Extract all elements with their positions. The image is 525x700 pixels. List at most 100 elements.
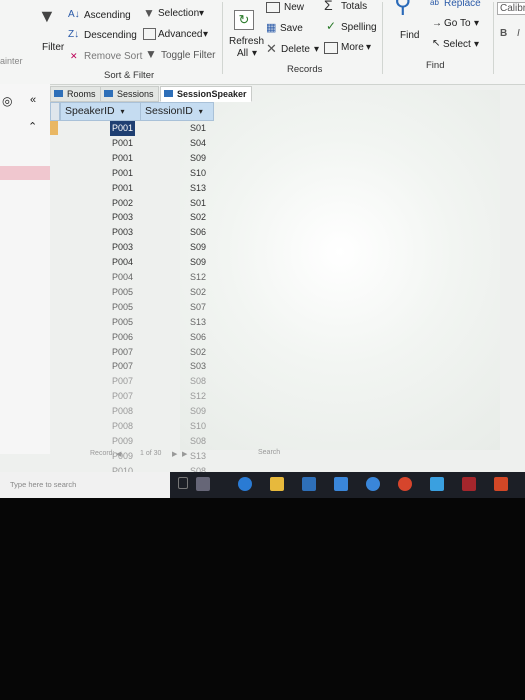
sessionid-cell[interactable]: S09: [190, 255, 206, 270]
speakerid-cell[interactable]: P007: [112, 374, 133, 389]
record-selector[interactable]: [50, 136, 58, 150]
sessionid-cell[interactable]: S02: [190, 345, 206, 360]
record-selector[interactable]: [50, 151, 58, 165]
cortana-icon[interactable]: [178, 477, 188, 489]
column-header-speakerid[interactable]: SpeakerID ▾: [60, 102, 142, 121]
refresh-all-button[interactable]: Refresh: [229, 36, 264, 47]
record-selector[interactable]: [50, 255, 58, 269]
record-selector[interactable]: [50, 330, 58, 344]
selection-button[interactable]: Selection: [158, 8, 199, 19]
sessionid-cell[interactable]: S03: [190, 359, 206, 374]
record-selector[interactable]: [50, 389, 58, 403]
shutter-bar-up-icon[interactable]: ⌃: [28, 120, 37, 133]
record-selector[interactable]: [50, 449, 58, 463]
record-selector[interactable]: [50, 166, 58, 180]
record-selector[interactable]: [50, 270, 58, 284]
sessionid-cell[interactable]: S10: [190, 419, 206, 434]
first-record-button[interactable]: ◀: [116, 450, 121, 458]
speakerid-cell[interactable]: P004: [112, 270, 133, 285]
record-selector[interactable]: [50, 315, 58, 329]
record-selector[interactable]: [50, 419, 58, 433]
sessionid-cell[interactable]: S12: [190, 389, 206, 404]
sessionid-cell[interactable]: S01: [190, 196, 206, 211]
table-row[interactable]: P002 S01: [50, 196, 230, 211]
record-selector[interactable]: [50, 196, 58, 210]
table-row[interactable]: P001 S04: [50, 136, 230, 151]
table-row[interactable]: P001 S10: [50, 166, 230, 181]
find-button[interactable]: Find: [400, 30, 419, 41]
speakerid-cell[interactable]: P001: [112, 136, 133, 151]
tab-rooms[interactable]: Rooms: [50, 86, 101, 102]
filter-icon[interactable]: ▼: [38, 7, 56, 25]
refresh-all-label[interactable]: All: [237, 48, 248, 59]
delete-dropdown-icon[interactable]: ▾: [314, 44, 319, 55]
table-row[interactable]: P004 S09: [50, 255, 230, 270]
tab-sessions[interactable]: Sessions: [100, 86, 159, 102]
spelling-button[interactable]: Spelling: [341, 22, 377, 33]
replace-button[interactable]: Replace: [444, 0, 481, 9]
speakerid-cell[interactable]: P001: [112, 181, 133, 196]
column-header-sessionid[interactable]: SessionID ▾: [140, 102, 214, 121]
new-record-nav-button[interactable]: ▶: [182, 450, 187, 458]
more-dropdown-icon[interactable]: ▾: [366, 42, 371, 53]
table-row[interactable]: P007 S12: [50, 389, 230, 404]
app-icon[interactable]: [430, 477, 444, 491]
sessionid-cell[interactable]: S10: [190, 166, 206, 181]
speakerid-cell[interactable]: P008: [112, 419, 133, 434]
tab-sessionspeaker[interactable]: SessionSpeaker: [160, 86, 252, 102]
record-selector[interactable]: [50, 404, 58, 418]
next-record-button[interactable]: ▶: [172, 450, 177, 458]
sessionid-cell[interactable]: S09: [190, 404, 206, 419]
record-selector[interactable]: [50, 300, 58, 314]
speakerid-cell[interactable]: P001: [110, 121, 136, 136]
table-row[interactable]: P007 S08: [50, 374, 230, 389]
sessionid-cell[interactable]: S08: [190, 374, 206, 389]
speakerid-cell[interactable]: P005: [112, 300, 133, 315]
record-selector[interactable]: [50, 121, 58, 135]
store-icon[interactable]: [302, 477, 316, 491]
sessionid-cell[interactable]: S08: [190, 434, 206, 449]
speakerid-cell[interactable]: P007: [112, 389, 133, 404]
speakerid-cell[interactable]: P001: [112, 166, 133, 181]
speakerid-cell[interactable]: P003: [112, 225, 133, 240]
italic-button[interactable]: I: [517, 28, 520, 39]
app-icon[interactable]: [366, 477, 380, 491]
record-selector[interactable]: [50, 181, 58, 195]
table-row[interactable]: P003 S02: [50, 210, 230, 225]
sessionid-cell[interactable]: S07: [190, 300, 206, 315]
edge-icon[interactable]: [238, 477, 252, 491]
column-dropdown-icon[interactable]: ▾: [121, 107, 125, 116]
record-selector[interactable]: [50, 240, 58, 254]
chrome-icon[interactable]: [398, 477, 412, 491]
refresh-dropdown-icon[interactable]: ▾: [252, 48, 257, 59]
filter-button[interactable]: Filter: [42, 42, 64, 53]
table-row[interactable]: P001 S13: [50, 181, 230, 196]
record-selector[interactable]: [50, 285, 58, 299]
select-button[interactable]: Select: [443, 39, 471, 50]
sessionid-cell[interactable]: S02: [190, 210, 206, 225]
table-row[interactable]: P007 S02: [50, 345, 230, 360]
toggle-filter-button[interactable]: Toggle Filter: [161, 50, 215, 61]
speakerid-cell[interactable]: P006: [112, 330, 133, 345]
sessionid-cell[interactable]: S13: [190, 315, 206, 330]
table-row[interactable]: P005 S02: [50, 285, 230, 300]
totals-button[interactable]: Totals: [341, 1, 367, 12]
speakerid-cell[interactable]: P007: [112, 359, 133, 374]
table-row[interactable]: P004 S12: [50, 270, 230, 285]
table-row[interactable]: P005 S13: [50, 315, 230, 330]
selection-dropdown-icon[interactable]: ▾: [199, 8, 204, 19]
sessionid-cell[interactable]: S01: [190, 121, 206, 136]
delete-button[interactable]: Delete: [281, 44, 310, 55]
record-selector[interactable]: [50, 210, 58, 224]
speakerid-cell[interactable]: P001: [112, 151, 133, 166]
record-selector[interactable]: [50, 225, 58, 239]
record-position-field[interactable]: 1 of 30: [140, 450, 161, 457]
sessionid-cell[interactable]: S06: [190, 225, 206, 240]
new-record-button[interactable]: New: [284, 2, 304, 13]
speakerid-cell[interactable]: P003: [112, 210, 133, 225]
mail-icon[interactable]: [334, 477, 348, 491]
format-painter-label[interactable]: ainter: [0, 56, 23, 66]
file-explorer-icon[interactable]: [270, 477, 284, 491]
access-icon[interactable]: [462, 477, 476, 491]
table-row[interactable]: P006 S06: [50, 330, 230, 345]
